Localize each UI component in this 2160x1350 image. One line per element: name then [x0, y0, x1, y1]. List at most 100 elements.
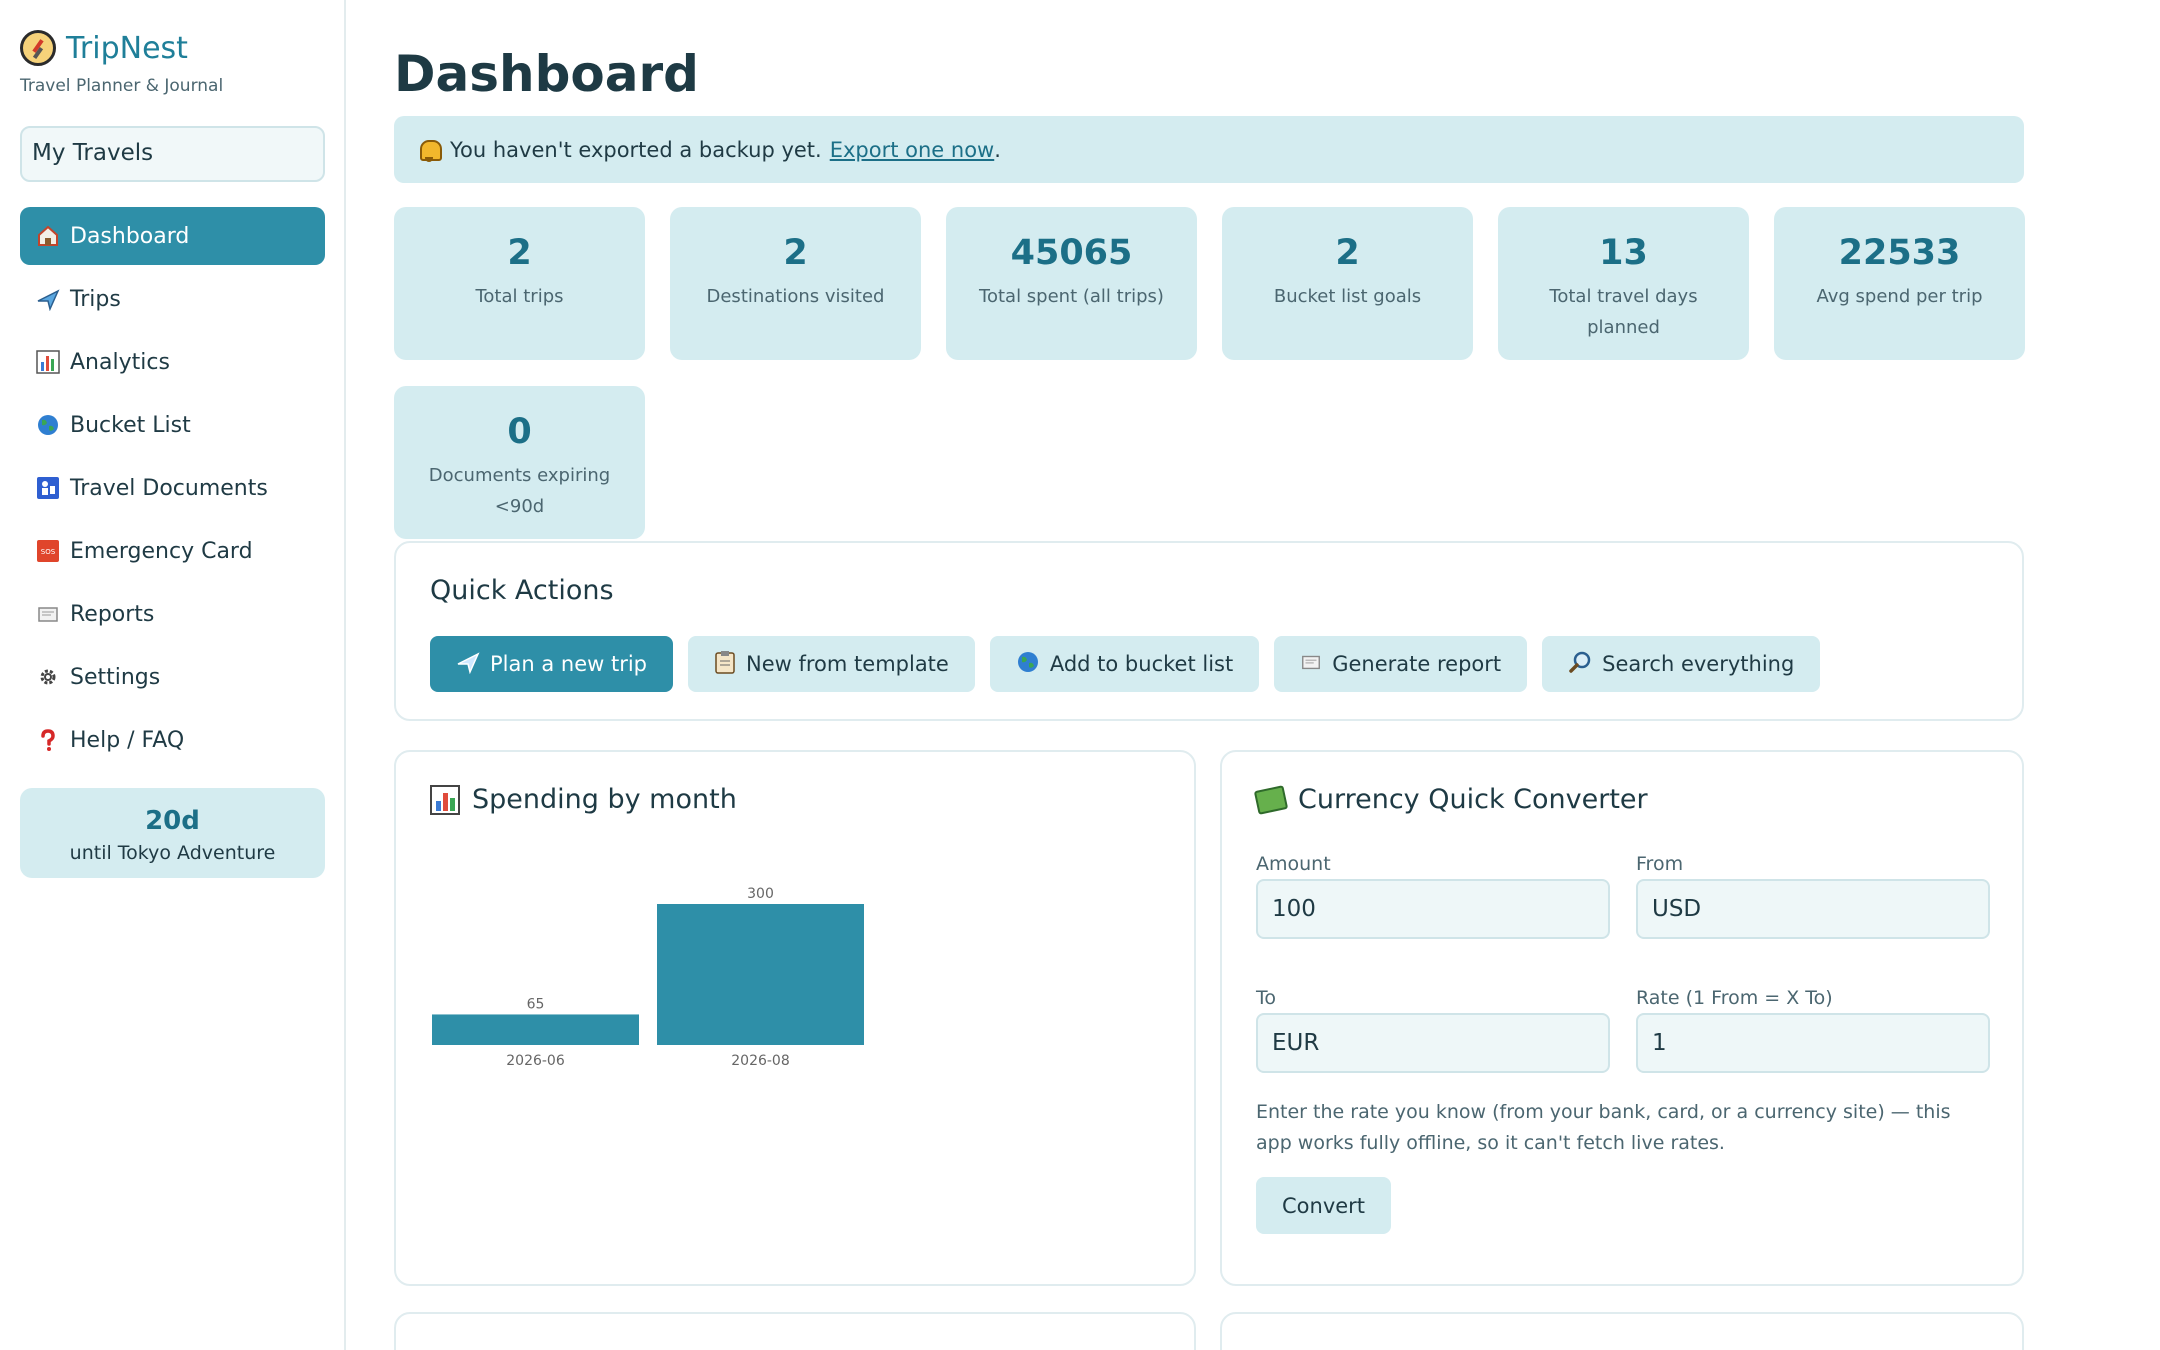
spending-chart: 65 2026-06 300 2026-08: [432, 886, 864, 1069]
spending-title-text: Spending by month: [472, 784, 737, 815]
converter-title: Currency Quick Converter: [1253, 784, 1648, 815]
sidebar-item-label: Travel Documents: [70, 475, 268, 501]
sidebar-item-label: Emergency Card: [70, 538, 253, 564]
chart-value-label: 300: [747, 886, 774, 902]
stat-value: 45065: [1010, 233, 1133, 273]
stat-label: Documents expiring <90d: [428, 465, 611, 517]
add-to-bucket-list-button[interactable]: Add to bucket list: [989, 636, 1260, 692]
new-from-template-button[interactable]: New from template: [688, 636, 975, 692]
sidebar-nav: Dashboard Trips Analytics Bucket List Tr…: [20, 207, 325, 774]
generate-report-button[interactable]: Generate report: [1274, 636, 1528, 692]
sidebar-item-trips[interactable]: Trips: [20, 270, 325, 328]
banner-period: .: [994, 137, 1001, 162]
house-icon: [36, 224, 60, 248]
plan-new-trip-button[interactable]: Plan a new trip: [430, 636, 674, 692]
sidebar-item-help[interactable]: Help / FAQ: [20, 711, 325, 769]
button-label: Search everything: [1602, 652, 1795, 676]
stat-documents-expiring: 0 Documents expiring <90d: [394, 386, 645, 539]
stat-total-spent: 45065 Total spent (all trips): [946, 207, 1197, 360]
stat-value: 2: [1335, 233, 1360, 273]
chart-bar: [657, 904, 864, 1045]
sidebar-item-travel-documents[interactable]: Travel Documents: [20, 459, 325, 517]
converter-title-text: Currency Quick Converter: [1298, 784, 1648, 815]
airplane-icon: [36, 287, 60, 311]
quick-actions-title: Quick Actions: [430, 575, 614, 606]
clipboard-icon: [714, 650, 736, 679]
button-label: Generate report: [1332, 652, 1502, 676]
stat-value: 13: [1599, 233, 1648, 273]
sidebar-item-emergency-card[interactable]: SOS Emergency Card: [20, 522, 325, 580]
sidebar-item-dashboard[interactable]: Dashboard: [20, 207, 325, 265]
bell-icon: [418, 138, 442, 162]
sidebar-item-bucket-list[interactable]: Bucket List: [20, 396, 325, 454]
page-icon: [36, 602, 60, 626]
brand-subtitle: Travel Planner & Journal: [20, 76, 224, 96]
sidebar-item-label: Reports: [70, 601, 155, 627]
sidebar-item-label: Help / FAQ: [70, 727, 185, 753]
button-label: New from template: [746, 652, 949, 676]
sidebar-item-label: Dashboard: [70, 223, 190, 249]
sidebar-item-label: Bucket List: [70, 412, 191, 438]
converter-note: Enter the rate you know (from your bank,…: [1256, 1101, 1951, 1154]
brand-name: TripNest: [66, 30, 188, 66]
stat-label: Avg spend per trip: [1816, 286, 1983, 307]
stat-total-travel-days: 13 Total travel days planned: [1498, 207, 1749, 360]
countdown-label: until Tokyo Adventure: [69, 842, 276, 864]
sidebar-item-settings[interactable]: Settings: [20, 648, 325, 706]
spending-title: Spending by month: [430, 784, 737, 815]
rate-label: Rate (1 From = X To): [1636, 987, 1833, 1009]
bar-chart-icon: [36, 350, 60, 374]
sidebar-item-label: Settings: [70, 664, 161, 690]
search-everything-button[interactable]: Search everything: [1542, 636, 1821, 692]
stat-total-trips: 2 Total trips: [394, 207, 645, 360]
stat-bucket-list-goals: 2 Bucket list goals: [1222, 207, 1473, 360]
stat-destinations-visited: 2 Destinations visited: [670, 207, 921, 360]
passport-control-icon: [36, 476, 60, 500]
chart-value-label: 65: [527, 996, 545, 1012]
workspace-selector[interactable]: My Travels: [20, 126, 325, 182]
backup-banner: You haven't exported a backup yet. Expor…: [394, 116, 2024, 183]
sidebar: TripNest Travel Planner & Journal My Tra…: [0, 0, 346, 1350]
sidebar-item-label: Analytics: [70, 349, 170, 375]
stat-value: 0: [507, 412, 532, 452]
stat-value: 22533: [1838, 233, 1961, 273]
from-currency-input[interactable]: [1636, 879, 1990, 939]
page-title: Dashboard: [394, 45, 699, 103]
from-label: From: [1636, 853, 1684, 875]
banner-text: You haven't exported a backup yet.: [450, 137, 822, 162]
sidebar-item-label: Trips: [70, 286, 121, 312]
chart-category-label: 2026-06: [506, 1053, 565, 1069]
amount-label: Amount: [1256, 853, 1331, 875]
compass-icon: [20, 30, 56, 66]
stat-label: Destinations visited: [706, 286, 885, 307]
quick-actions-buttons: Plan a new trip New from template Add to…: [430, 636, 1835, 692]
dashboard-card: [1220, 1312, 2024, 1350]
sidebar-item-analytics[interactable]: Analytics: [20, 333, 325, 391]
gear-icon: [36, 665, 60, 689]
currency-converter-card: Currency Quick Converter Amount From To …: [1220, 750, 2024, 1286]
question-icon: [36, 728, 60, 752]
stat-label: Total spent (all trips): [979, 286, 1164, 307]
stat-label: Total trips: [475, 286, 564, 307]
stat-value: 2: [507, 233, 532, 273]
dashboard-card: [394, 1312, 1196, 1350]
amount-input[interactable]: [1256, 879, 1610, 939]
magnifier-icon: [1568, 650, 1592, 679]
brand[interactable]: TripNest: [20, 30, 188, 66]
bar-chart-icon: [430, 784, 460, 815]
stat-label: Total travel days planned: [1549, 286, 1698, 338]
quick-actions-card: Quick Actions Plan a new trip New from t…: [394, 541, 2024, 721]
sidebar-item-reports[interactable]: Reports: [20, 585, 325, 643]
to-label: To: [1256, 987, 1277, 1009]
trip-countdown[interactable]: 20d until Tokyo Adventure: [20, 788, 325, 878]
export-link[interactable]: Export one now: [830, 138, 995, 162]
to-currency-input[interactable]: [1256, 1013, 1610, 1073]
page-icon: [1300, 651, 1322, 678]
convert-button[interactable]: Convert: [1256, 1177, 1392, 1234]
rate-input[interactable]: [1636, 1013, 1990, 1073]
sos-icon: SOS: [36, 539, 60, 563]
svg-text:SOS: SOS: [41, 548, 56, 556]
globe-icon: [1016, 650, 1040, 679]
countdown-days: 20d: [145, 806, 200, 836]
airplane-icon: [456, 650, 480, 679]
